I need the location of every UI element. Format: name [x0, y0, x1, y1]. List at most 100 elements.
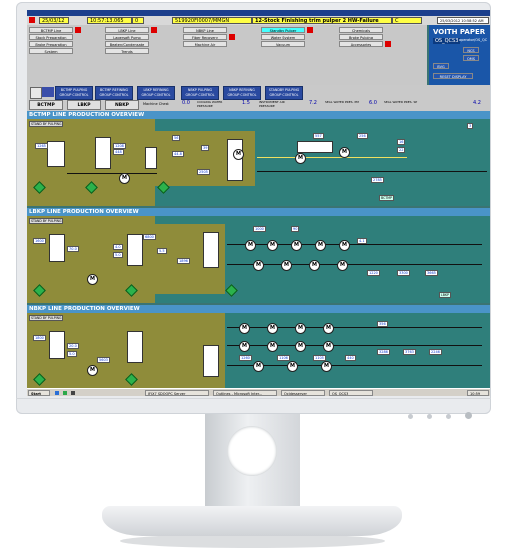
process-pipe — [227, 345, 482, 346]
motor-icon[interactable]: M — [267, 323, 278, 334]
motor-icon[interactable]: M — [267, 341, 278, 352]
quicklaunch-icon[interactable] — [55, 391, 59, 395]
play-arrow-icon[interactable] — [42, 87, 54, 97]
menu-lagersaft-pump[interactable]: Lagersaft Pump — [105, 34, 149, 40]
menu-system[interactable]: System — [29, 48, 73, 54]
motor-icon[interactable]: M — [323, 323, 334, 334]
motor-icon[interactable]: M — [315, 240, 326, 251]
qms-button[interactable]: QMS — [463, 55, 479, 61]
monitor-stand-base — [102, 506, 402, 536]
lbkp-tag[interactable]: LBKP — [439, 292, 451, 298]
motor-icon[interactable]: M — [253, 361, 264, 372]
motor-icon[interactable]: M — [295, 153, 306, 164]
lbkp-refining-group-button[interactable]: LBKP REFINING GROUP CONTROL — [137, 86, 175, 100]
taskbar-item[interactable]: IFIX7 SDOOPC Server — [145, 390, 209, 396]
bezel-chin — [16, 398, 491, 399]
menu-bctmp-line[interactable]: BCTMP Line — [29, 27, 73, 33]
ncs-button[interactable]: NCS — [463, 47, 479, 53]
alarm-code[interactable]: 519920FI0007/MMGN — [172, 17, 252, 24]
taskbar-item[interactable]: OS_QCS3 — [329, 390, 373, 396]
process-pipe — [257, 171, 487, 172]
taskbar-item[interactable]: Outlines - Microsoft Inter... — [213, 390, 277, 396]
tab-bctmp[interactable]: BCTMP — [29, 100, 63, 110]
alarm-icon[interactable] — [29, 17, 35, 23]
start-button[interactable]: Start — [28, 390, 50, 396]
lbkp-standby-label[interactable]: STAND BY PULPING — [29, 218, 64, 224]
storage-tower — [203, 232, 219, 268]
bctmp-pulping-group-button[interactable]: BCTMP PULPING GROUP CONTROL — [55, 86, 93, 100]
motor-icon[interactable]: M — [281, 260, 292, 271]
quicklaunch-icon[interactable] — [71, 391, 75, 395]
motor-icon[interactable]: M — [323, 341, 334, 352]
alarm-bar: 25/03/12 10:57:13.065 0 519920FI0007/MMG… — [27, 16, 490, 25]
menu-machine-air[interactable]: Machine Air — [183, 41, 227, 47]
pulper-tank — [49, 331, 65, 359]
tab-lbkp[interactable]: LBKP — [67, 100, 101, 110]
button-led — [408, 414, 413, 419]
menu-lbkp-line[interactable]: LBKP Line — [105, 27, 149, 33]
motor-icon[interactable]: M — [295, 341, 306, 352]
alarm-message[interactable]: 12-Stock Finishing trim pulper 2 HW-Fail… — [252, 17, 392, 24]
motor-icon[interactable]: M — [287, 361, 298, 372]
menu-nbkp-line[interactable]: NBKP Line — [183, 27, 227, 33]
bvg-button[interactable]: BVG — [433, 63, 449, 69]
user-name: operator/OS_QC — [459, 38, 488, 42]
level-value: 5.0 — [113, 252, 123, 258]
alarm-date: 25/03/12 — [39, 17, 69, 24]
standby-pulping-group-button[interactable]: STANDBY PULPING GROUP CONTROL — [265, 86, 303, 100]
quicklaunch-icon[interactable] — [63, 391, 67, 395]
motor-icon[interactable]: M — [339, 240, 350, 251]
machine-chest-label: Machine Chest — [143, 102, 169, 106]
motor-icon[interactable]: M — [239, 341, 250, 352]
chest-tank — [127, 234, 143, 266]
group-control-bar: BCTMP PULPING GROUP CONTROL BCTMP REFINI… — [27, 85, 490, 111]
bctmp-refining-group-button[interactable]: BCTMP REFINING GROUP CONTROL — [95, 86, 133, 100]
menu-standby-pulper[interactable]: Standby Pulper — [261, 27, 305, 33]
taskbar-clock: 10:59 — [467, 390, 489, 396]
menu-stock-preparation[interactable]: Stock Preparation — [29, 34, 73, 40]
motor-icon[interactable]: M — [245, 240, 256, 251]
motor-icon[interactable]: M — [321, 361, 332, 372]
process-pipe — [227, 264, 482, 265]
menu-fiber-recovery[interactable]: Fiber Recovery — [183, 34, 227, 40]
menu-broke-preparation[interactable]: Broke Preparation — [29, 41, 73, 47]
instrument-air-value: 1.5 — [242, 100, 250, 106]
nbkp-standby-label[interactable]: STAND BY PULPING — [29, 315, 64, 321]
motor-icon[interactable]: M — [267, 240, 278, 251]
chest-tank — [95, 137, 111, 169]
menu-vacuum[interactable]: Vacuum — [261, 41, 305, 47]
bctmp-standby-label[interactable]: STAND BY PULPING — [29, 121, 64, 127]
windows-taskbar: Start IFIX7 SDOOPC Server Outlines - Mic… — [27, 388, 490, 396]
reset-display-button[interactable]: RESET DISPLAY — [433, 73, 473, 79]
bctmp-tag[interactable]: BCTMP — [379, 195, 394, 201]
motor-icon[interactable]: M — [295, 323, 306, 334]
motor-icon[interactable]: M — [87, 365, 98, 376]
menu-water-system[interactable]: Water System — [261, 34, 305, 40]
motor-icon[interactable]: M — [309, 260, 320, 271]
back-button[interactable] — [30, 87, 42, 99]
motor-icon[interactable]: M — [119, 173, 130, 184]
motor-icon[interactable]: M — [239, 323, 250, 334]
motor-icon[interactable]: M — [253, 260, 264, 271]
menu-chemicals[interactable]: Chemicals — [339, 27, 383, 33]
motor-icon[interactable]: M — [337, 260, 348, 271]
motor-icon[interactable]: M — [339, 147, 350, 158]
tab-nbkp[interactable]: NBKP — [105, 100, 139, 110]
nbkp-pulping-group-button[interactable]: NBKP PULPING GROUP CONTROL — [181, 86, 219, 100]
menu-accessories[interactable]: Accessories — [339, 41, 383, 47]
level-value: 5.0 — [67, 351, 77, 357]
taskbar-item[interactable]: Ocldesserver — [281, 390, 325, 396]
lbkp-section-title: LBKP LINE PRODUCTION OVERVIEW — [27, 208, 490, 216]
motor-icon[interactable]: M — [291, 240, 302, 251]
station-name: OS_QCS3 — [433, 38, 461, 44]
motor-icon[interactable]: M — [233, 149, 244, 160]
flow-value: 1260 — [239, 355, 252, 361]
menu-beaten-condensate[interactable]: Beaten/Condensate — [105, 41, 149, 47]
menu-broke-pulping[interactable]: Broke Pulping — [339, 34, 383, 40]
nbkp-overview-panel: NBKP LINE PRODUCTION OVERVIEW STAND BY P… — [27, 305, 490, 388]
menu-trends[interactable]: Trends — [105, 48, 149, 54]
motor-icon[interactable]: M — [87, 274, 98, 285]
nbkp-refining-group-button[interactable]: NBKP REFINING GROUP CONTROL — [223, 86, 261, 100]
flow-value: 448 — [113, 149, 124, 155]
pump-icon[interactable] — [225, 284, 238, 297]
